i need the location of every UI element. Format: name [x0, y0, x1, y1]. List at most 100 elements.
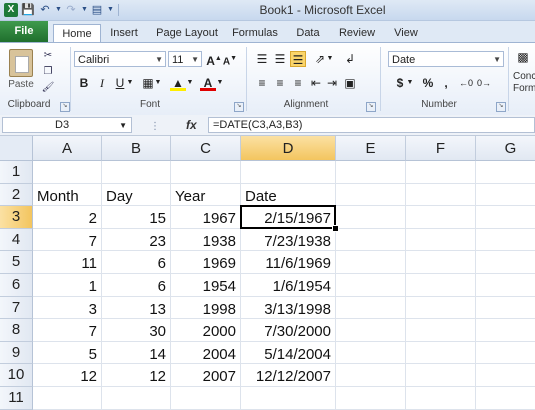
cell-f10[interactable]: [406, 364, 476, 387]
cell-f2[interactable]: [406, 183, 476, 207]
italic-button[interactable]: I: [94, 75, 110, 91]
cell-a5[interactable]: 11: [33, 251, 102, 274]
cell-g7[interactable]: [476, 297, 535, 320]
cell-f4[interactable]: [406, 228, 476, 252]
cell-a9[interactable]: 5: [33, 341, 102, 365]
select-all-corner[interactable]: [0, 136, 33, 161]
cell-a1[interactable]: [33, 161, 102, 184]
tab-page-layout[interactable]: Page Layout: [152, 24, 222, 42]
align-left-icon[interactable]: ≡: [254, 75, 270, 91]
cell-e1[interactable]: [336, 161, 406, 184]
format-painter-icon[interactable]: 🖌: [40, 81, 56, 95]
row-header-4[interactable]: 4: [0, 228, 33, 252]
increase-decimal-icon[interactable]: ←0: [458, 75, 474, 91]
chevron-down-icon[interactable]: ▼: [216, 75, 224, 91]
tab-home[interactable]: Home: [53, 24, 101, 43]
cell-g4[interactable]: [476, 229, 535, 252]
cell-c10[interactable]: 2007: [171, 364, 241, 387]
cell-f8[interactable]: [406, 319, 476, 342]
fill-handle[interactable]: [332, 224, 339, 232]
cell-d2[interactable]: Date: [241, 183, 336, 207]
cell-g9[interactable]: [476, 342, 535, 365]
name-box[interactable]: D3 ▼: [2, 117, 132, 133]
align-right-icon[interactable]: ≡: [290, 75, 306, 91]
cell-g11[interactable]: [476, 387, 535, 410]
cell-f3[interactable]: [406, 206, 476, 229]
cell-d9[interactable]: 5/14/2004: [241, 341, 336, 365]
row-header-8[interactable]: 8: [0, 319, 33, 342]
cell-b3[interactable]: 15: [102, 206, 171, 229]
font-size-combo[interactable]: 11 ▼: [168, 51, 202, 67]
alignment-dialog-launcher-icon[interactable]: ↘: [366, 102, 376, 112]
cell-b9[interactable]: 14: [102, 341, 171, 365]
cell-a6[interactable]: 1: [33, 274, 102, 297]
tab-formulas[interactable]: Formulas: [229, 24, 281, 42]
cell-d4[interactable]: 7/23/1938: [241, 228, 336, 252]
cell-c7[interactable]: 1998: [171, 296, 241, 320]
cut-icon[interactable]: ✂: [40, 49, 56, 63]
cell-c8[interactable]: 2000: [171, 319, 241, 342]
decrease-indent-icon[interactable]: ⇤: [308, 75, 324, 91]
copy-icon[interactable]: ❐: [40, 65, 56, 79]
chevron-down-icon[interactable]: ▼: [186, 75, 194, 91]
chevron-down-icon[interactable]: ▼: [326, 51, 334, 67]
row-header-1[interactable]: 1: [0, 161, 33, 184]
column-header-c[interactable]: C: [171, 136, 241, 161]
cell-b8[interactable]: 30: [102, 319, 171, 342]
cell-c6[interactable]: 1954: [171, 274, 241, 297]
chevron-down-icon[interactable]: ▼: [154, 75, 162, 91]
formula-input[interactable]: =DATE(C3,A3,B3): [208, 117, 535, 133]
cell-c9[interactable]: 2004: [171, 341, 241, 365]
comma-button[interactable]: ,: [438, 75, 454, 91]
column-header-e[interactable]: E: [336, 136, 406, 161]
cell-c3[interactable]: 1967: [171, 206, 241, 229]
cell-e9[interactable]: [336, 341, 406, 365]
number-format-combo[interactable]: Date ▼: [388, 51, 504, 67]
align-bottom-icon[interactable]: ☰: [290, 51, 306, 67]
cell-b10[interactable]: 12: [102, 364, 171, 387]
cell-d6[interactable]: 1/6/1954: [241, 274, 336, 297]
tab-data[interactable]: Data: [290, 24, 326, 42]
cell-c5[interactable]: 1969: [171, 251, 241, 274]
cell-c1[interactable]: [171, 161, 241, 184]
row-header-5[interactable]: 5: [0, 251, 33, 274]
cell-a3[interactable]: 2: [33, 206, 102, 229]
conditional-formatting-icon[interactable]: ▩: [514, 49, 532, 65]
cell-f6[interactable]: [406, 274, 476, 297]
cell-a11[interactable]: [33, 387, 102, 410]
cell-a2[interactable]: Month: [33, 183, 102, 207]
percent-button[interactable]: %: [420, 75, 436, 91]
row-header-7[interactable]: 7: [0, 296, 33, 320]
cell-a4[interactable]: 7: [33, 228, 102, 252]
clipboard-dialog-launcher-icon[interactable]: ↘: [60, 102, 70, 112]
bold-button[interactable]: B: [76, 75, 92, 91]
row-header-9[interactable]: 9: [0, 341, 33, 365]
row-header-3[interactable]: 3: [0, 206, 33, 229]
cell-d7[interactable]: 3/13/1998: [241, 296, 336, 320]
align-middle-icon[interactable]: ☰: [272, 51, 288, 67]
cell-c11[interactable]: [171, 387, 241, 410]
cell-e11[interactable]: [336, 387, 406, 410]
cell-a10[interactable]: 12: [33, 364, 102, 387]
merge-center-icon[interactable]: ▣: [342, 75, 358, 91]
cell-e2[interactable]: [336, 183, 406, 207]
cell-e6[interactable]: [336, 274, 406, 297]
row-header-2[interactable]: 2: [0, 183, 33, 207]
cell-d1[interactable]: [241, 161, 336, 184]
cell-e8[interactable]: [336, 319, 406, 342]
cell-b7[interactable]: 13: [102, 296, 171, 320]
cell-c2[interactable]: Year: [171, 183, 241, 207]
row-header-6[interactable]: 6: [0, 274, 33, 297]
align-center-icon[interactable]: ≡: [272, 75, 288, 91]
cell-a7[interactable]: 3: [33, 296, 102, 320]
chevron-down-icon[interactable]: ▼: [126, 75, 134, 91]
cell-g6[interactable]: [476, 274, 535, 297]
cell-g5[interactable]: [476, 251, 535, 274]
cell-b4[interactable]: 23: [102, 228, 171, 252]
wrap-text-icon[interactable]: ↲: [342, 51, 358, 67]
cell-d8[interactable]: 7/30/2000: [241, 319, 336, 342]
cell-e10[interactable]: [336, 364, 406, 387]
cell-g2[interactable]: [476, 184, 535, 207]
cell-a8[interactable]: 7: [33, 319, 102, 342]
fill-color-icon[interactable]: ▲: [170, 75, 186, 91]
